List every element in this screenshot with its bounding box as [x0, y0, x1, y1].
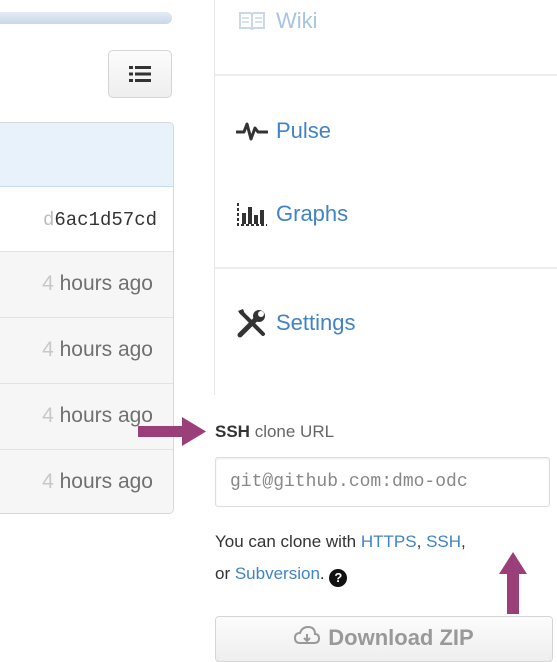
sidebar-item-settings[interactable]: Settings	[236, 308, 356, 338]
cloud-download-icon	[294, 625, 321, 653]
sidebar-item-graphs[interactable]: Graphs	[236, 199, 348, 229]
sidebar-item-pulse[interactable]: Pulse	[236, 116, 331, 146]
sidebar-item-label: Settings	[276, 310, 356, 335]
annotation-arrow-up	[499, 552, 527, 614]
annotation-arrow-right	[138, 417, 206, 446]
tools-icon	[236, 308, 268, 338]
commit-sha-row[interactable]: d6ac1d57cd	[0, 187, 173, 252]
clone-url-input[interactable]: git@github.com:dmo-odc	[215, 457, 550, 507]
https-clone-link[interactable]: HTTPS	[361, 532, 417, 551]
list-view-button[interactable]	[108, 50, 172, 98]
progress-bar	[0, 12, 172, 24]
table-row: 4 hours ago	[0, 450, 173, 513]
sidebar-border	[214, 0, 215, 395]
commit-time: 4 hours ago	[42, 470, 153, 493]
divider	[214, 74, 557, 76]
divider	[214, 267, 557, 269]
commit-sha[interactable]: d6ac1d57cd	[43, 209, 157, 231]
commit-time: 4 hours ago	[42, 338, 153, 361]
commit-time: 4 hours ago	[42, 272, 153, 295]
list-icon	[129, 66, 151, 82]
download-zip-button[interactable]: Download ZIP	[215, 616, 553, 662]
sidebar-item-label: Wiki	[276, 8, 318, 33]
sidebar-item-wiki[interactable]: Wiki	[236, 6, 318, 36]
subversion-clone-link[interactable]: Subversion	[235, 564, 320, 583]
table-row: 4 hours ago	[0, 318, 173, 384]
download-zip-label: Download ZIP	[328, 625, 474, 650]
commit-list: d6ac1d57cd 4 hours ago 4 hours ago 4 hou…	[0, 122, 174, 514]
commit-list-header	[0, 123, 173, 187]
book-icon	[236, 6, 268, 36]
graph-icon	[236, 199, 268, 229]
table-row: 4 hours ago	[0, 252, 173, 318]
commit-time: 4 hours ago	[42, 404, 153, 427]
help-icon[interactable]: ?	[329, 569, 348, 587]
pulse-icon	[236, 116, 268, 146]
sidebar-item-label: Pulse	[276, 118, 332, 143]
clone-url-label: SSH clone URL	[215, 422, 335, 441]
sidebar-item-label: Graphs	[276, 201, 349, 226]
ssh-clone-link[interactable]: SSH	[426, 532, 461, 551]
